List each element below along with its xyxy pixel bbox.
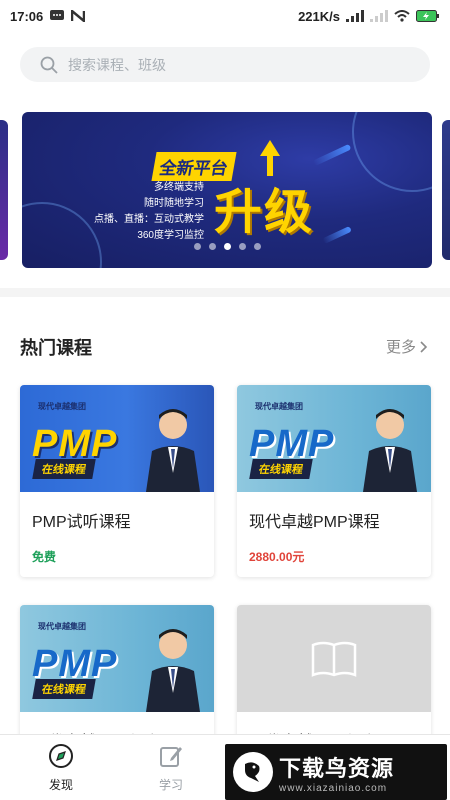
watermark-logo: [233, 752, 273, 792]
carousel-dots: [22, 243, 432, 250]
section-title: 热门课程: [20, 338, 92, 358]
tab-discover[interactable]: 发现: [31, 743, 91, 793]
banner-feature: 360度学习监控: [137, 230, 204, 241]
thumb-tag: 在线课程: [32, 459, 96, 479]
carousel-dot[interactable]: [253, 243, 261, 250]
decor-ring: [352, 112, 432, 192]
book-icon: [311, 641, 357, 677]
watermark-text: 下载鸟资源 www.xiazainiao.com: [279, 751, 394, 794]
status-time: 17:06: [10, 8, 44, 24]
carousel-dot[interactable]: [208, 243, 216, 250]
course-card[interactable]: 现代卓越集团 PMP 在线课程 现代卓越PMP课程一: [20, 605, 214, 745]
bird-icon: [245, 762, 260, 782]
course-card[interactable]: 现代卓越集团 PMP 在线课程 现代卓越PMP课程 2880.00元: [237, 385, 431, 577]
brand-logo: 现代卓越集团: [255, 402, 303, 411]
banner-feature: 点播、直播：互动式教学: [94, 214, 204, 225]
course-price: 2880.00元: [249, 550, 305, 564]
tab-label: 学习: [158, 778, 183, 792]
course-card[interactable]: 现代卓越PMP课程一: [237, 605, 431, 745]
banner-peek-previous[interactable]: [0, 120, 8, 260]
instructor-photo: [146, 409, 200, 492]
carousel-dot-active[interactable]: [223, 243, 231, 250]
watermark-url: www.xiazainiao.com: [279, 782, 388, 794]
app-screen: 17:06 221K/s 搜索课程、班级 全新平台 多终端支持 随时随地学习 点…: [0, 0, 450, 800]
banner-slide[interactable]: 全新平台 多终端支持 随时随地学习 点播、直播：互动式教学 360度学习监控 升…: [22, 112, 432, 268]
course-title: PMP试听课程: [32, 514, 131, 531]
course-thumbnail: 现代卓越集团 PMP 在线课程: [20, 385, 214, 492]
course-thumbnail-placeholder: [237, 605, 431, 712]
edit-icon: [160, 747, 182, 767]
banner-carousel[interactable]: 全新平台 多终端支持 随时随地学习 点播、直播：互动式教学 360度学习监控 升…: [0, 112, 450, 268]
thumb-tag: 在线课程: [249, 459, 313, 479]
tab-label: 发现: [48, 778, 73, 792]
banner-feature: 随时随地学习: [144, 198, 204, 209]
n-app-icon: [71, 10, 86, 22]
banner-feature: 多终端支持: [154, 182, 204, 193]
more-link[interactable]: 更多: [386, 336, 428, 357]
instructor-photo: [363, 409, 417, 492]
network-speed: 221K/s: [298, 8, 340, 24]
more-label: 更多: [385, 339, 416, 356]
course-price: 免费: [32, 550, 57, 564]
battery-charging-icon: [416, 10, 439, 22]
watermark-overlay: 下载鸟资源 www.xiazainiao.com: [225, 744, 447, 800]
thumb-tag: 在线课程: [32, 679, 96, 699]
watermark-title: 下载鸟资源: [279, 755, 395, 781]
chevron-right-icon: [420, 340, 428, 353]
search-icon: [40, 56, 58, 74]
carousel-dot[interactable]: [238, 243, 246, 250]
decor-streak: [322, 225, 352, 245]
status-bar: 17:06 221K/s: [0, 0, 450, 32]
compass-icon: [49, 744, 73, 768]
signal-icon: [346, 10, 364, 22]
course-thumbnail: 现代卓越集团 PMP 在线课程: [20, 605, 214, 712]
banner-headline: 升级: [214, 186, 315, 239]
carousel-dot[interactable]: [193, 243, 201, 250]
message-icon: [50, 10, 65, 20]
section-divider: [0, 288, 450, 297]
brand-logo: 现代卓越集团: [38, 622, 86, 631]
course-card[interactable]: 现代卓越集团 PMP 在线课程 PMP试听课程 免费: [20, 385, 214, 577]
course-title: 现代卓越PMP课程: [249, 514, 380, 531]
instructor-photo: [146, 629, 200, 712]
tab-study[interactable]: 学习: [141, 743, 201, 793]
signal-icon-secondary: [370, 10, 388, 22]
banner-peek-next[interactable]: [442, 120, 450, 260]
wifi-icon: [394, 10, 410, 22]
brand-logo: 现代卓越集团: [38, 402, 86, 411]
decor-streak: [312, 143, 352, 167]
course-thumbnail: 现代卓越集团 PMP 在线课程: [237, 385, 431, 492]
search-placeholder: 搜索课程、班级: [68, 56, 166, 73]
search-bar[interactable]: 搜索课程、班级: [20, 47, 430, 82]
